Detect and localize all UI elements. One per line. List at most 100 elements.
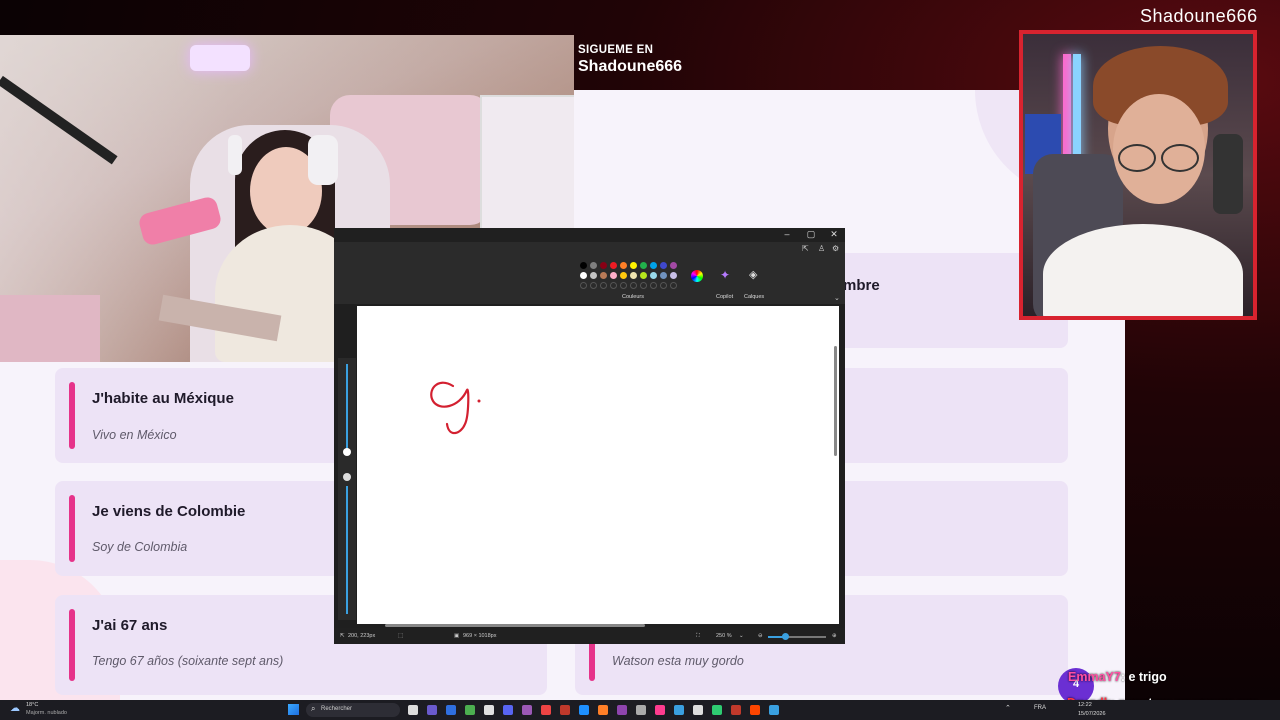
follow-handle: Shadoune666 [578,58,683,75]
paint-ribbon: ⇱ ♙ ⚙ Couleurs ✦ Copilot ◈ Calques ⌄ [334,242,845,304]
weather-desc: Majorm. nublado [26,710,67,716]
zoom-chevron-icon[interactable]: ⌄ [739,633,744,639]
drawing-layer [430,381,481,435]
color-swatch[interactable] [630,262,637,269]
streamer-name: Shadoune666 [1140,6,1258,26]
color-swatch[interactable] [670,262,677,269]
card-accent-bar [69,609,75,681]
taskbar-app-icon[interactable] [693,705,703,715]
opacity-slider[interactable] [346,486,348,614]
zoom-out-icon[interactable]: ⊖ [758,633,763,639]
color-swatch[interactable] [630,272,637,279]
fit-icon[interactable]: ⛶ [696,633,700,640]
taskbar-app-icon[interactable] [655,705,665,715]
color-swatch[interactable] [590,272,597,279]
color-swatch[interactable] [610,262,617,269]
paint-window[interactable]: – ▢ ✕ ⇱ ♙ ⚙ Couleurs ✦ Copilot ◈ Calques… [334,228,845,644]
custom-color-slot[interactable] [620,282,627,289]
settings-icon[interactable]: ⚙ [832,244,839,253]
color-palette[interactable] [580,262,690,292]
custom-color-slot[interactable] [590,282,597,289]
color-swatch[interactable] [660,262,667,269]
color-swatch[interactable] [590,262,597,269]
close-icon[interactable]: ✕ [824,229,844,240]
taskbar-app-icon[interactable] [579,705,589,715]
taskbar-app-icon[interactable] [674,705,684,715]
zoom-in-icon[interactable]: ⊕ [832,633,837,639]
chevron-down-icon[interactable]: ⌄ [834,294,840,302]
custom-color-slot[interactable] [660,282,667,289]
taskbar-app-icon[interactable] [731,705,741,715]
taskbar-app-icon[interactable] [636,705,646,715]
custom-color-slot[interactable] [640,282,647,289]
clock-time[interactable]: 12:22 [1078,702,1092,708]
color-swatch[interactable] [600,262,607,269]
weather-icon[interactable]: ☁ [10,703,20,714]
zoom-slider-thumb[interactable] [782,633,789,640]
taskbar-app-icon[interactable] [541,705,551,715]
taskbar-app-icon[interactable] [465,705,475,715]
custom-color-slot[interactable] [670,282,677,289]
custom-color-slot[interactable] [600,282,607,289]
color-swatch[interactable] [580,272,587,279]
layers-icon[interactable]: ◈ [749,268,757,281]
canvas-size-icon: ▣ [454,633,460,639]
color-swatch[interactable] [640,262,647,269]
taskbar-app-icon[interactable] [560,705,570,715]
color-swatch[interactable] [620,272,627,279]
color-picker-icon[interactable] [691,270,703,282]
clock-date[interactable]: 15/07/2026 [1078,711,1106,717]
glasses [1118,144,1156,172]
search-icon: ⌕ [311,704,316,713]
taskbar-app-icon[interactable] [598,705,608,715]
taskbar-app-icon[interactable] [769,705,779,715]
language-indicator[interactable]: FRA [1034,705,1046,711]
card-title: Je viens de Colombie [92,503,246,520]
hand-drawn-stroke [430,381,470,435]
colors-label: Couleurs [622,294,645,300]
taskbar-app-icon[interactable] [484,705,494,715]
start-icon[interactable] [288,704,299,715]
card-title: mbre [843,277,880,294]
color-swatch[interactable] [640,272,647,279]
horizontal-scrollbar[interactable] [385,624,645,627]
chat-text: : e trigo [1120,670,1167,684]
size-slider-panel[interactable] [338,358,356,620]
share-icon[interactable]: ⇱ [802,244,809,253]
color-swatch[interactable] [610,272,617,279]
custom-color-slot[interactable] [650,282,657,289]
taskbar-app-icon[interactable] [446,705,456,715]
taskbar-app-icon[interactable] [522,705,532,715]
taskbar-app-icon[interactable] [427,705,437,715]
color-swatch[interactable] [670,272,677,279]
slider-thumb[interactable] [343,448,351,456]
maximize-icon[interactable]: ▢ [801,229,821,240]
taskbar-app-icon[interactable] [503,705,513,715]
vertical-scrollbar[interactable] [834,346,837,456]
custom-color-slot[interactable] [580,282,587,289]
taskbar-app-icon[interactable] [750,705,760,715]
color-swatch[interactable] [620,262,627,269]
color-swatch[interactable] [650,272,657,279]
windows-taskbar: ☁ 18°C Majorm. nublado ⌕ Rechercher ⌃ FR… [0,700,1280,720]
copilot-icon[interactable]: ✦ [720,268,730,282]
custom-color-slot[interactable] [610,282,617,289]
color-swatch[interactable] [600,272,607,279]
brush-size-slider[interactable] [346,364,348,450]
status-bar: ⇱ 200, 223px ⬚ ▣ 969 × 1018px ⛶ 250 % ⌄ … [334,628,845,644]
drawing-canvas[interactable] [357,306,839,627]
taskbar-search[interactable]: ⌕ Rechercher [306,703,400,717]
taskbar-app-icon[interactable] [712,705,722,715]
custom-color-slot[interactable] [630,282,637,289]
taskbar-app-icon[interactable] [617,705,627,715]
color-swatch[interactable] [650,262,657,269]
color-swatch[interactable] [660,272,667,279]
card-accent-bar [69,495,75,562]
title-bar[interactable]: – ▢ ✕ [334,228,845,242]
tray-chevron-icon[interactable]: ⌃ [1005,704,1011,712]
account-icon[interactable]: ♙ [818,244,825,253]
zoom-level[interactable]: 250 % [716,633,732,639]
taskbar-app-icon[interactable] [408,705,418,715]
color-swatch[interactable] [580,262,587,269]
minimize-icon[interactable]: – [777,229,797,239]
